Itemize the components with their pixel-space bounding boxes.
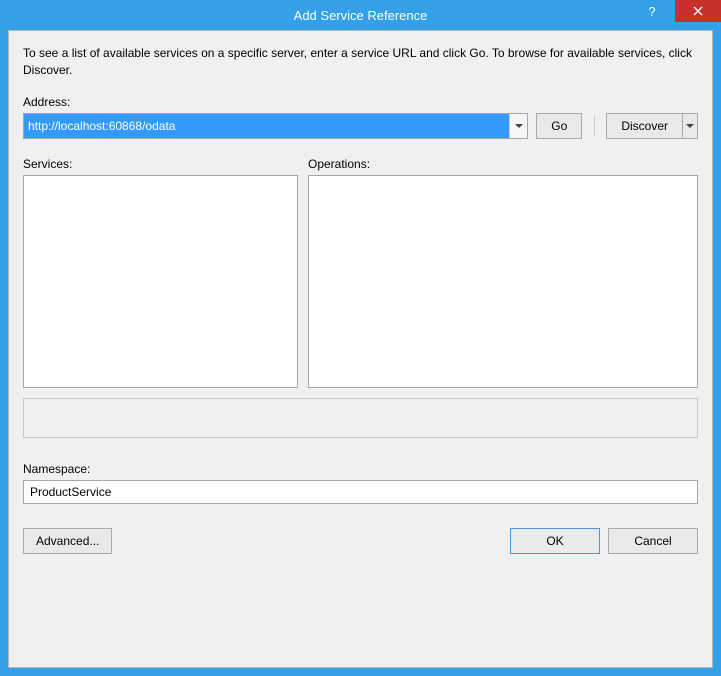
discover-button[interactable]: Discover: [606, 113, 682, 139]
advanced-button[interactable]: Advanced...: [23, 528, 112, 554]
services-column: Services:: [23, 157, 298, 388]
operations-label: Operations:: [308, 157, 698, 171]
footer-buttons: Advanced... OK Cancel: [23, 528, 698, 554]
discover-split-button: Discover: [606, 113, 698, 139]
status-panel: [23, 398, 698, 438]
address-input[interactable]: [24, 114, 509, 138]
close-icon: [693, 6, 703, 16]
titlebar: Add Service Reference ?: [8, 0, 713, 30]
namespace-input[interactable]: [23, 480, 698, 504]
ok-button[interactable]: OK: [510, 528, 600, 554]
cancel-button[interactable]: Cancel: [608, 528, 698, 554]
namespace-label: Namespace:: [23, 462, 698, 476]
window-title: Add Service Reference: [8, 8, 713, 23]
address-dropdown-button[interactable]: [509, 114, 527, 138]
help-button[interactable]: ?: [629, 0, 675, 22]
chevron-down-icon: [515, 124, 523, 128]
chevron-down-icon: [686, 124, 694, 128]
services-label: Services:: [23, 157, 298, 171]
client-area: To see a list of available services on a…: [8, 30, 713, 668]
operations-listbox[interactable]: [308, 175, 698, 388]
go-button[interactable]: Go: [536, 113, 582, 139]
address-combobox[interactable]: [23, 113, 528, 139]
services-listbox[interactable]: [23, 175, 298, 388]
address-label: Address:: [23, 95, 698, 109]
window-controls: ?: [629, 0, 721, 22]
separator: [590, 113, 598, 139]
operations-column: Operations:: [308, 157, 698, 388]
instructions-text: To see a list of available services on a…: [23, 45, 698, 79]
address-row: Go Discover: [23, 113, 698, 139]
lists-row: Services: Operations:: [23, 157, 698, 388]
discover-dropdown-button[interactable]: [682, 113, 698, 139]
footer-spacer: [120, 528, 502, 554]
close-button[interactable]: [675, 0, 721, 22]
dialog-window: Add Service Reference ? To see a list of…: [0, 0, 721, 676]
